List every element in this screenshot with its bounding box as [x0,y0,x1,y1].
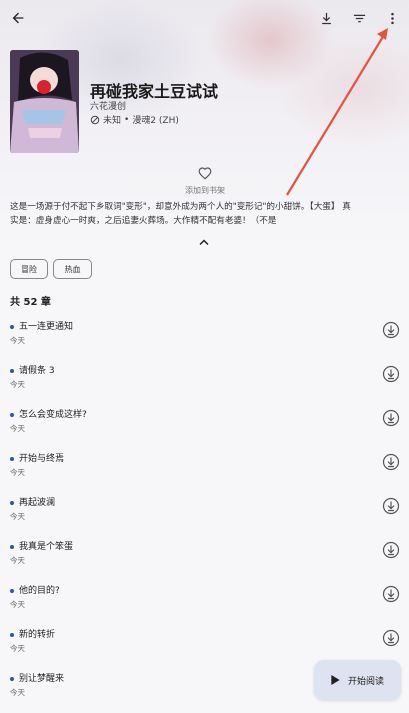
chapter-date: 今天 [10,556,25,565]
top-app-bar [0,0,409,36]
chapter-row[interactable]: 开始与终焉 今天 [10,449,400,493]
unread-dot [10,633,14,637]
chapter-row[interactable]: 请假条 3 今天 [10,361,400,405]
download-circle-icon[interactable] [382,541,400,559]
download-icon [321,12,331,24]
meta-separator: • [124,114,130,125]
chapter-row[interactable]: 怎么会变成这样? 今天 [10,405,400,449]
chapter-date: 今天 [10,600,25,609]
chapter-date: 今天 [10,512,25,521]
chapter-title: 再起波澜 [19,498,56,508]
filter-icon [353,14,365,22]
start-reading-label: 开始阅读 [347,676,384,687]
chapter-date: 今天 [10,336,25,345]
chapter-row[interactable]: 五一连更通知 今天 [10,317,400,361]
play-icon [331,675,340,685]
chapter-date: 今天 [10,468,25,477]
manga-cover[interactable] [10,50,79,153]
chapter-title: 我真是个笨蛋 [19,542,74,552]
genre-tag-hot-blooded[interactable]: 热血 [53,259,92,279]
download-circle-icon[interactable] [382,585,400,603]
unread-dot [10,457,14,461]
manga-description[interactable]: 这是一场源于付不起下乡取词"变形"，却意外成为两个人的"变形记"的小甜饼。【大蛋… [10,200,402,228]
start-reading-button[interactable]: 开始阅读 [314,660,401,700]
download-circle-icon[interactable] [382,409,400,427]
unread-dot [10,677,14,681]
unread-dot [10,369,14,373]
add-to-library-label: 添加到书架 [185,186,225,195]
filter-button[interactable] [347,6,371,30]
chevron-up-icon [199,239,209,246]
manga-source: 漫魂2 (ZH) [132,116,179,126]
chapter-title: 开始与终焉 [19,454,65,464]
manga-author: 六花漫创 [90,102,127,112]
heart-outline-icon [198,167,212,180]
chapter-row[interactable]: 再起波澜 今天 [10,493,400,537]
unread-dot [10,589,14,593]
arrow-back-icon [12,12,24,24]
more-vert-icon [390,12,394,24]
chapter-title: 五一连更通知 [19,322,74,332]
unread-dot [10,325,14,329]
download-circle-icon[interactable] [382,629,400,647]
manga-meta: 未知 • 漫魂2 (ZH) [90,113,179,126]
unread-dot [10,413,14,417]
unread-dot [10,545,14,549]
genre-tag-adventure[interactable]: 冒险 [10,259,48,279]
chapter-title: 请假条 3 [19,366,55,376]
chapter-count: 共 52 章 [10,297,51,308]
add-to-library-button[interactable]: 添加到书架 [175,165,235,196]
chapter-row[interactable]: 他的目的? 今天 [10,581,400,625]
description-line: 实是：虚身虚心一时爽，之后追妻火葬场。大作精不配有老婆！（不是 [10,216,277,226]
download-button[interactable] [314,6,338,30]
chapter-title: 他的目的? [19,586,60,596]
download-circle-icon[interactable] [382,453,400,471]
download-circle-icon[interactable] [382,321,400,339]
back-button[interactable] [6,6,30,30]
cover-illustration [10,50,79,153]
chapter-date: 今天 [10,380,25,389]
chapter-row[interactable]: 我真是个笨蛋 今天 [10,537,400,581]
chapter-date: 今天 [10,424,25,433]
chapter-title: 新的转折 [19,630,56,640]
unread-dot [10,501,14,505]
description-line: 这是一场源于付不起下乡取词"变形"，却意外成为两个人的"变形记"的小甜饼。【大蛋… [10,202,351,212]
more-options-button[interactable] [380,6,404,30]
blocked-icon [90,115,100,124]
chapter-title: 怎么会变成这样? [19,410,87,420]
chapter-date: 今天 [10,688,25,697]
collapse-description-button[interactable] [198,232,210,251]
chapter-date: 今天 [10,644,25,653]
download-circle-icon[interactable] [382,497,400,515]
download-circle-icon[interactable] [382,365,400,383]
chapter-title: 别让梦醒来 [19,674,65,684]
manga-status: 未知 [103,116,122,126]
